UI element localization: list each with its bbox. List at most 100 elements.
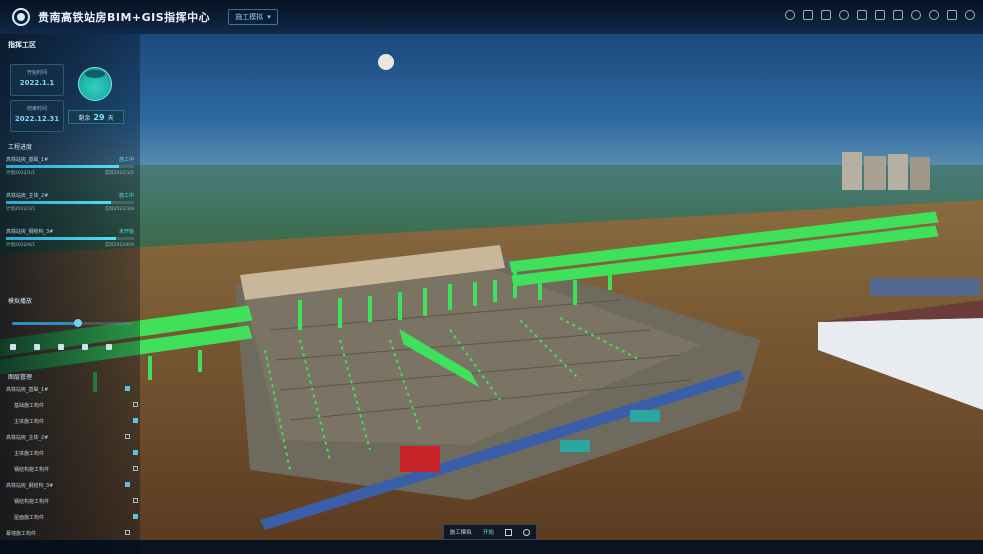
play-icon[interactable] xyxy=(34,344,40,350)
home-icon[interactable] xyxy=(803,10,813,20)
toolbar xyxy=(785,10,975,20)
work-progress-title: 工程进度 xyxy=(8,144,33,151)
work-progress-item[interactable]: 高铁站房_主体_2# 施工中计划2022/3/1 实际2022/3/8 xyxy=(6,192,134,212)
layer-item[interactable]: 基础施工构件 xyxy=(14,402,138,409)
grid-icon[interactable] xyxy=(505,528,513,536)
bottom-tab-start[interactable]: 开始 xyxy=(483,528,494,536)
layer-checkbox[interactable] xyxy=(133,402,138,407)
mode-tab-label: 施工模拟 xyxy=(235,13,264,21)
work-item-name: 高铁站房_钢结构_3# xyxy=(6,229,54,235)
layer-checkbox[interactable] xyxy=(125,530,130,535)
moon xyxy=(378,54,394,70)
start-date-card: 开始时间 2022.1.1 xyxy=(10,64,64,96)
work-item-progress-bar xyxy=(6,201,134,204)
end-date-card: 结束时间 2022.12.31 xyxy=(10,100,64,132)
bottom-tab-simulation[interactable]: 施工模拟 xyxy=(450,528,472,536)
progress-globe xyxy=(78,67,112,101)
layer-item[interactable]: 钢结构施工构件 xyxy=(14,466,138,473)
work-item-name: 高铁站房_主体_2# xyxy=(6,193,49,199)
clock-icon[interactable] xyxy=(839,10,849,20)
work-item-name: 高铁站房_基础_1# xyxy=(6,157,49,163)
work-item-plan: 计划2022/6/1 xyxy=(6,243,36,248)
layer-item-label: 高铁站房_主体_2# xyxy=(6,435,49,441)
work-item-status: 施工中 xyxy=(118,157,134,163)
tower-buildings xyxy=(842,152,930,190)
app-title: 贵南高铁站房BIM+GIS指挥中心 xyxy=(38,11,211,24)
chevron-down-icon: ▾ xyxy=(267,13,271,21)
user-icon[interactable] xyxy=(965,10,975,20)
target-icon[interactable] xyxy=(523,528,531,536)
rotate-icon[interactable] xyxy=(785,10,795,20)
start-date-label: 开始时间 xyxy=(26,70,47,76)
work-item-progress-fill xyxy=(6,201,111,204)
work-item-progress-bar xyxy=(6,165,134,168)
pause-icon[interactable] xyxy=(58,344,64,350)
layer-item[interactable]: 高铁站房_基础_1# xyxy=(6,386,130,393)
layer-checkbox[interactable] xyxy=(125,434,130,439)
panel-heading: 指挥工区 xyxy=(8,41,36,49)
remaining-days-box: 剩余 29 天 xyxy=(68,110,124,124)
layer-manager-title: 图层管理 xyxy=(8,374,33,381)
playback-slider-handle[interactable] xyxy=(74,319,82,327)
layer-item[interactable]: 高铁站房_主体_2# xyxy=(6,434,130,441)
layer-item-label: 钢结构施工构件 xyxy=(14,467,50,473)
layer-item-label: 高铁站房_基础_1# xyxy=(6,387,49,393)
work-item-actual: 实际2022/1/5 xyxy=(104,171,134,176)
flag-icon[interactable] xyxy=(893,10,903,20)
layer-checkbox[interactable] xyxy=(125,386,130,391)
work-item-plan: 计划2022/1/1 xyxy=(6,171,36,176)
layer-checkbox[interactable] xyxy=(133,498,138,503)
layer-item[interactable]: 主体施工构件 xyxy=(14,418,138,425)
layer-checkbox[interactable] xyxy=(133,450,138,455)
end-date-label: 结束时间 xyxy=(26,106,47,112)
work-item-actual: 实际2022/3/8 xyxy=(104,207,134,212)
playback-controls xyxy=(10,344,112,350)
camera-icon[interactable] xyxy=(821,10,831,20)
layer-item[interactable]: 高铁站房_钢结构_3# xyxy=(6,482,130,489)
layer-item[interactable]: 钢结构施工构件 xyxy=(14,498,138,505)
layer-item[interactable]: 屋面施工构件 xyxy=(14,514,138,521)
bottom-control-bar: 施工模拟 开始 xyxy=(443,524,537,540)
layer-checkbox[interactable] xyxy=(133,418,138,423)
forward-icon[interactable] xyxy=(106,344,112,350)
layer-item-label: 高铁站房_钢结构_3# xyxy=(6,483,54,489)
work-item-progress-fill xyxy=(6,165,119,168)
rewind-icon[interactable] xyxy=(10,344,16,350)
playback-title: 模拟播放 xyxy=(8,298,33,305)
playback-progress xyxy=(12,322,78,325)
compass-icon[interactable] xyxy=(911,10,921,20)
layer-checkbox[interactable] xyxy=(133,514,138,519)
layer-item-label: 主体施工构件 xyxy=(14,451,45,457)
layer-checkbox[interactable] xyxy=(133,466,138,471)
layer-item-label: 幕墙施工构件 xyxy=(6,531,37,537)
mode-tab[interactable]: 施工模拟 ▾ xyxy=(228,9,278,25)
days-label: 剩余 xyxy=(78,114,91,122)
layer-item-label: 基础施工构件 xyxy=(14,403,45,409)
work-progress-item[interactable]: 高铁站房_钢结构_3# 未开始计划2022/6/1 实际2022/6/9 xyxy=(6,228,134,248)
settings-icon[interactable] xyxy=(929,10,939,20)
work-item-plan: 计划2022/3/1 xyxy=(6,207,36,212)
left-panel: 指挥工区 开始时间 2022.1.1 结束时间 2022.12.31 剩余 29… xyxy=(0,34,140,554)
work-item-status: 施工中 xyxy=(118,193,134,199)
measure-icon[interactable] xyxy=(875,10,885,20)
work-progress-item[interactable]: 高铁站房_基础_1# 施工中计划2022/1/1 实际2022/1/5 xyxy=(6,156,134,176)
layer-checkbox[interactable] xyxy=(125,482,130,487)
work-item-status: 未开始 xyxy=(118,229,134,235)
3d-scene-viewport[interactable] xyxy=(0,0,983,554)
work-item-progress-fill xyxy=(6,237,117,240)
start-date-value: 2022.1.1 xyxy=(19,79,55,87)
layers-icon[interactable] xyxy=(857,10,867,20)
layer-item[interactable]: 幕墙施工构件 xyxy=(6,530,130,537)
end-date-value: 2022.12.31 xyxy=(14,115,60,123)
top-header: 贵南高铁站房BIM+GIS指挥中心 施工模拟 ▾ xyxy=(0,0,983,34)
railway-logo-icon xyxy=(12,8,30,26)
layer-item[interactable]: 主体施工构件 xyxy=(14,450,138,457)
work-item-actual: 实际2022/6/9 xyxy=(104,243,134,248)
stop-icon[interactable] xyxy=(82,344,88,350)
work-item-progress-bar xyxy=(6,237,134,240)
days-value: 29 xyxy=(93,112,105,122)
layer-item-label: 主体施工构件 xyxy=(14,419,45,425)
layer-item-label: 钢结构施工构件 xyxy=(14,499,50,505)
days-unit: 天 xyxy=(107,114,114,122)
fullscreen-icon[interactable] xyxy=(947,10,957,20)
